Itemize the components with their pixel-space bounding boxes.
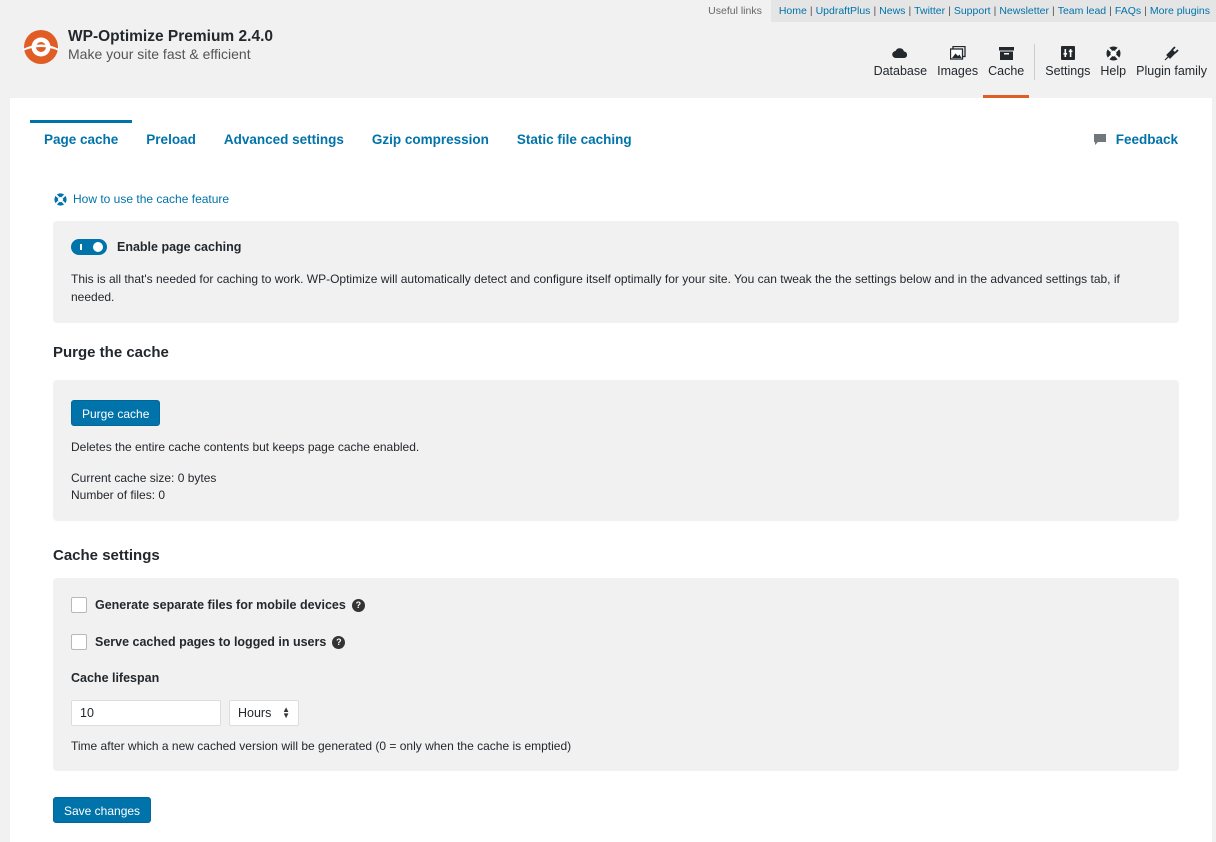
- enable-caching-description: This is all that's needed for caching to…: [71, 272, 1120, 304]
- cache-lifespan-help: Time after which a new cached version wi…: [71, 739, 572, 753]
- enable-caching-box: Enable page caching This is all that's n…: [53, 221, 1179, 323]
- brand-subtitle: Make your site fast & efficient: [68, 46, 251, 62]
- cache-lifespan-input[interactable]: 10: [71, 700, 221, 726]
- nav-label: Settings: [1045, 64, 1091, 78]
- nav-images[interactable]: Images: [932, 44, 983, 98]
- main-nav: Database Images Cache Settings Help Plug…: [869, 44, 1212, 98]
- main-panel: Page cache Preload Advanced settings Gzi…: [10, 98, 1212, 842]
- lifebuoy-icon: [54, 192, 67, 206]
- enable-caching-toggle[interactable]: [71, 239, 107, 255]
- separator: |: [908, 5, 912, 17]
- help-question-icon[interactable]: ?: [332, 635, 346, 649]
- purge-description: Deletes the entire cache contents but ke…: [71, 440, 420, 454]
- logged-in-row: Serve cached pages to logged in users ?: [71, 634, 346, 650]
- tab-preload[interactable]: Preload: [132, 120, 210, 158]
- nav-label: Help: [1100, 64, 1127, 78]
- nav-divider: [1034, 44, 1036, 80]
- help-question-icon[interactable]: ?: [351, 598, 365, 612]
- archive-icon: [998, 44, 1014, 62]
- nav-help[interactable]: Help: [1095, 44, 1131, 98]
- link-team-lead[interactable]: Team lead: [1058, 5, 1106, 17]
- separator: |: [809, 5, 813, 17]
- tab-page-cache[interactable]: Page cache: [30, 120, 133, 158]
- purge-cache-button[interactable]: Purge cache: [71, 400, 161, 426]
- link-more-plugins[interactable]: More plugins: [1150, 5, 1210, 17]
- toggle-on-mark: [80, 244, 82, 250]
- cache-settings-title: Cache settings: [53, 547, 160, 564]
- tab-advanced-settings[interactable]: Advanced settings: [210, 120, 358, 158]
- howto-link[interactable]: How to use the cache feature: [54, 192, 229, 206]
- nav-label: Database: [873, 64, 928, 78]
- separator: |: [1144, 5, 1147, 17]
- separator: |: [1109, 5, 1112, 17]
- link-newsletter[interactable]: Newsletter: [999, 5, 1049, 17]
- cache-settings-box: Generate separate files for mobile devic…: [53, 578, 1179, 771]
- images-icon: [949, 44, 966, 62]
- nav-database[interactable]: Database: [869, 44, 933, 98]
- howto-label: How to use the cache feature: [73, 192, 230, 206]
- tab-bar: Page cache Preload Advanced settings Gzi…: [30, 120, 1192, 158]
- cache-stats: Current cache size: 0 bytes Number of fi…: [71, 470, 216, 504]
- link-home[interactable]: Home: [779, 5, 807, 17]
- enable-caching-label: Enable page caching: [117, 240, 242, 254]
- link-news[interactable]: News: [879, 5, 905, 17]
- select-value: Hours: [238, 706, 272, 720]
- save-changes-button[interactable]: Save changes: [53, 797, 152, 823]
- mobile-files-label: Generate separate files for mobile devic…: [95, 598, 346, 612]
- logged-in-label: Serve cached pages to logged in users: [95, 635, 327, 649]
- tab-gzip-compression[interactable]: Gzip compression: [358, 120, 503, 158]
- separator: |: [993, 5, 997, 17]
- tab-static-file-caching[interactable]: Static file caching: [503, 120, 646, 158]
- cloud-icon: [892, 44, 908, 62]
- plugin-icon: [1164, 44, 1179, 62]
- enable-caching-row: Enable page caching: [71, 239, 241, 255]
- purge-section-title: Purge the cache: [53, 344, 169, 361]
- useful-links-bar: Useful links Home | UpdraftPlus | News | Tw…: [698, 0, 1216, 22]
- separator: |: [948, 5, 951, 17]
- lifebuoy-icon: [1106, 44, 1121, 62]
- nav-settings[interactable]: Settings: [1040, 44, 1095, 98]
- useful-links-list: Home | UpdraftPlus | News | Twitter | Suppor…: [770, 0, 1216, 22]
- mobile-files-row: Generate separate files for mobile devic…: [71, 597, 365, 613]
- purge-box: Purge cache Deletes the entire cache con…: [53, 380, 1179, 521]
- useful-links-label: Useful links: [708, 5, 762, 17]
- link-twitter[interactable]: Twitter: [914, 5, 945, 17]
- separator: |: [873, 5, 877, 17]
- nav-plugin-family[interactable]: Plugin family: [1131, 44, 1212, 98]
- nav-label: Images: [937, 64, 979, 78]
- mobile-files-checkbox[interactable]: [71, 597, 87, 613]
- nav-label: Plugin family: [1136, 64, 1207, 78]
- cache-lifespan-label: Cache lifespan: [71, 671, 160, 685]
- logged-in-checkbox[interactable]: [71, 634, 87, 650]
- file-count: Number of files: 0: [71, 488, 166, 502]
- feedback-label: Feedback: [1115, 131, 1178, 147]
- nav-label: Cache: [988, 64, 1025, 78]
- link-updraftplus[interactable]: UpdraftPlus: [816, 5, 871, 17]
- link-faqs[interactable]: FAQs: [1115, 5, 1141, 17]
- link-support[interactable]: Support: [954, 5, 991, 17]
- cache-lifespan-unit-select[interactable]: Hours ▲ ▼: [229, 700, 299, 726]
- separator: |: [1051, 5, 1055, 17]
- select-arrows-icon: ▲ ▼: [282, 705, 290, 720]
- brand-title: WP-Optimize Premium 2.4.0: [68, 28, 273, 45]
- nav-cache[interactable]: Cache: [983, 44, 1030, 98]
- speech-bubble-icon: [1093, 133, 1107, 146]
- wp-optimize-logo-icon: [23, 30, 59, 64]
- feedback-link[interactable]: Feedback: [1079, 120, 1192, 158]
- settings-icon: [1060, 44, 1075, 62]
- brand: WP-Optimize Premium 2.4.0 Make your site…: [22, 28, 273, 66]
- toggle-knob: [93, 242, 103, 252]
- cache-size: Current cache size: 0 bytes: [71, 471, 217, 485]
